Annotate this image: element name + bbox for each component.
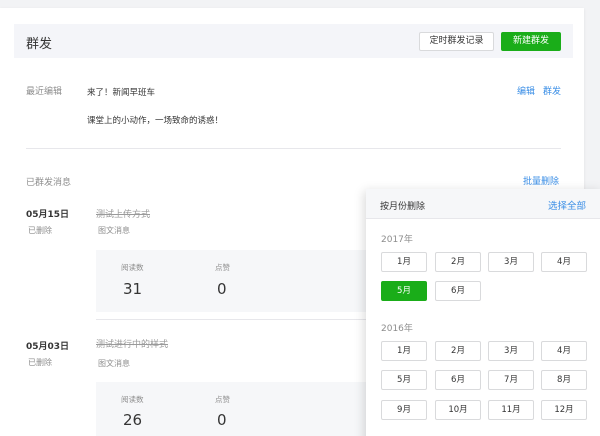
- month-2017-1[interactable]: 1月: [381, 252, 427, 272]
- month-2016-9[interactable]: 9月: [381, 400, 427, 420]
- recent-line-2: 课堂上的小动作，一场致命的诱惑！: [87, 116, 224, 126]
- month-2016-12[interactable]: 12月: [541, 400, 587, 420]
- month-2017-4[interactable]: 4月: [541, 252, 587, 272]
- month-2017-5[interactable]: 5月: [381, 281, 427, 301]
- sent-label: 已群发消息: [26, 178, 72, 188]
- reads-value: 26: [123, 411, 143, 429]
- likes-value: 0: [217, 411, 227, 429]
- month-2016-2[interactable]: 2月: [435, 341, 481, 361]
- likes-label: 点赞: [215, 395, 230, 404]
- new-broadcast-button[interactable]: 新建群发: [501, 32, 561, 51]
- month-2016-4[interactable]: 4月: [541, 341, 587, 361]
- page-header: 群发 定时群发记录 新建群发: [14, 24, 573, 58]
- edit-link[interactable]: 编辑: [517, 84, 535, 97]
- reads-value: 31: [123, 280, 143, 298]
- month-2017-3[interactable]: 3月: [488, 252, 534, 272]
- likes-value: 0: [217, 280, 227, 298]
- recent-label: 最近编辑: [26, 87, 63, 97]
- item-title[interactable]: 测试进行中的样式: [96, 337, 168, 350]
- item-type: 图文消息: [98, 226, 130, 235]
- month-2016-10[interactable]: 10月: [435, 400, 481, 420]
- month-2016-8[interactable]: 8月: [541, 370, 587, 390]
- month-2016-6[interactable]: 6月: [435, 370, 481, 390]
- item-stats: 阅读数 31 点赞 0: [96, 250, 371, 312]
- panel-header: 按月份删除 选择全部: [366, 189, 600, 219]
- item-status: 已删除: [28, 226, 52, 235]
- reads-label: 阅读数: [121, 263, 144, 272]
- recent-line-1: 来了！新闻早班车: [87, 88, 156, 98]
- month-2017-6[interactable]: 6月: [435, 281, 481, 301]
- send-link[interactable]: 群发: [543, 84, 561, 97]
- item-status: 已删除: [28, 358, 52, 367]
- select-all-link[interactable]: 选择全部: [548, 198, 586, 212]
- year-label-2016: 2016年: [381, 324, 413, 334]
- panel-title: 按月份删除: [380, 202, 426, 212]
- batch-delete-link[interactable]: 批量删除: [523, 174, 559, 187]
- month-2016-7[interactable]: 7月: [488, 370, 534, 390]
- page-title: 群发: [26, 37, 53, 52]
- reads-label: 阅读数: [121, 395, 144, 404]
- month-2016-3[interactable]: 3月: [488, 341, 534, 361]
- item-stats: 阅读数 26 点赞 0: [96, 382, 371, 436]
- item-date: 05月15日: [26, 210, 70, 220]
- month-2016-11[interactable]: 11月: [488, 400, 534, 420]
- month-2017-2[interactable]: 2月: [435, 252, 481, 272]
- month-2016-1[interactable]: 1月: [381, 341, 427, 361]
- delete-by-month-panel: 按月份删除 选择全部 2017年 1月 2月 3月 4月 5月 6月 2016年…: [366, 189, 600, 436]
- item-date: 05月03日: [26, 342, 70, 352]
- divider: [26, 148, 561, 149]
- item-type: 图文消息: [98, 359, 130, 368]
- scheduled-records-button[interactable]: 定时群发记录: [419, 32, 494, 51]
- year-label-2017: 2017年: [381, 235, 413, 245]
- item-title[interactable]: 测试上传方式: [96, 207, 150, 220]
- likes-label: 点赞: [215, 263, 230, 272]
- month-2016-5[interactable]: 5月: [381, 370, 427, 390]
- item-divider: [96, 319, 371, 320]
